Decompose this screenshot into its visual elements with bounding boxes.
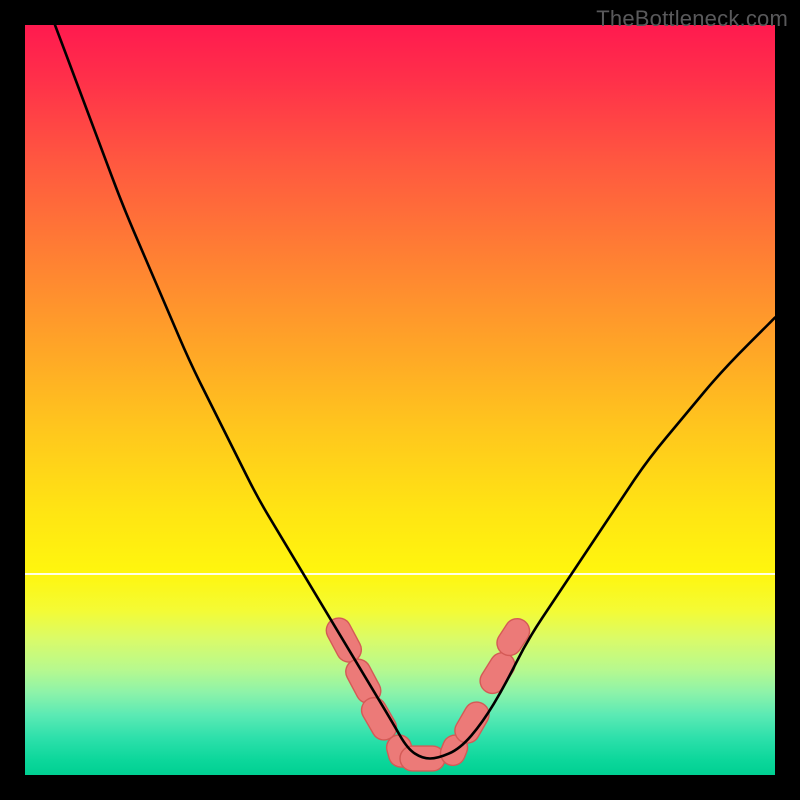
watermark-label: TheBottleneck.com	[596, 6, 788, 32]
curve-layer	[25, 25, 775, 775]
bottleneck-curve	[55, 25, 775, 759]
markers-group	[322, 614, 534, 771]
plot-area	[25, 25, 775, 775]
chart-container: TheBottleneck.com	[0, 0, 800, 800]
